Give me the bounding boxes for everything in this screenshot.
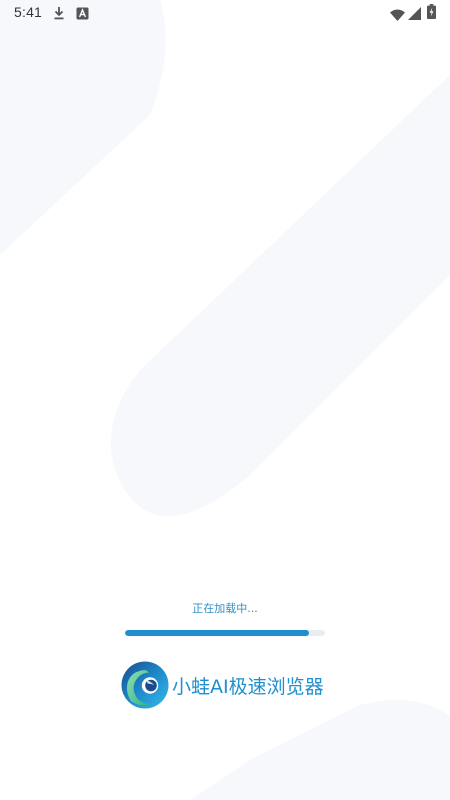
background-shape-diagonal-band bbox=[110, 74, 450, 517]
app-name: 小蛙AI极速浏览器 bbox=[172, 675, 324, 698]
loading-text: 正在加载中... bbox=[192, 602, 258, 615]
wifi-icon bbox=[390, 6, 405, 25]
loading-progress-fill bbox=[125, 630, 309, 636]
app-brand: 小蛙AI极速浏览器 bbox=[120, 660, 324, 710]
a-icon bbox=[76, 5, 89, 24]
signal-icon bbox=[408, 5, 421, 24]
status-bar: 5:41 bbox=[0, 0, 450, 26]
frog-browser-logo-icon bbox=[121, 661, 169, 709]
status-time: 5:41 bbox=[14, 4, 43, 20]
download-icon bbox=[53, 5, 65, 24]
battery-charging-icon bbox=[427, 4, 436, 23]
background-shape-bottom-right bbox=[190, 700, 450, 800]
loading-progress-bar bbox=[125, 630, 325, 636]
background-shape-top-left bbox=[0, 0, 166, 255]
